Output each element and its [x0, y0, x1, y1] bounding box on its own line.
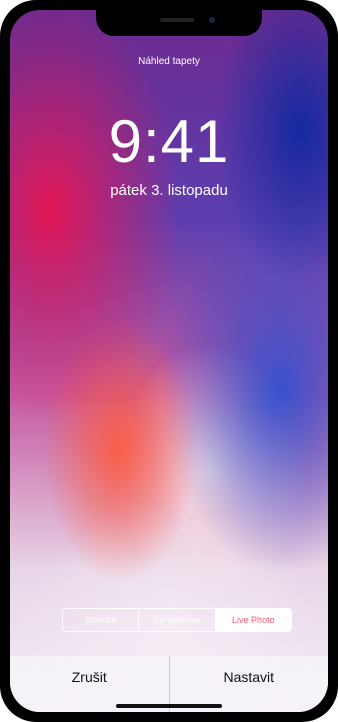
lockscreen-clock: 9:41	[108, 108, 230, 175]
notch	[96, 10, 262, 36]
lockscreen-date: pátek 3. listopadu	[110, 182, 228, 199]
segment-perspective[interactable]: Perspektiva	[138, 609, 214, 631]
wallpaper-preview: Náhled tapety 9:41 pátek 3. listopadu St…	[10, 10, 328, 712]
wallpaper-mode-segmented-control[interactable]: Statické Perspektiva Live Photo	[62, 608, 292, 632]
phone-frame: Náhled tapety 9:41 pátek 3. listopadu St…	[0, 0, 338, 722]
front-camera-icon	[209, 17, 215, 23]
segment-static[interactable]: Statické	[63, 609, 138, 631]
home-indicator[interactable]	[116, 704, 222, 708]
preview-title: Náhled tapety	[138, 56, 200, 67]
speaker-grille	[160, 18, 194, 22]
segment-live-photo[interactable]: Live Photo	[214, 609, 291, 631]
